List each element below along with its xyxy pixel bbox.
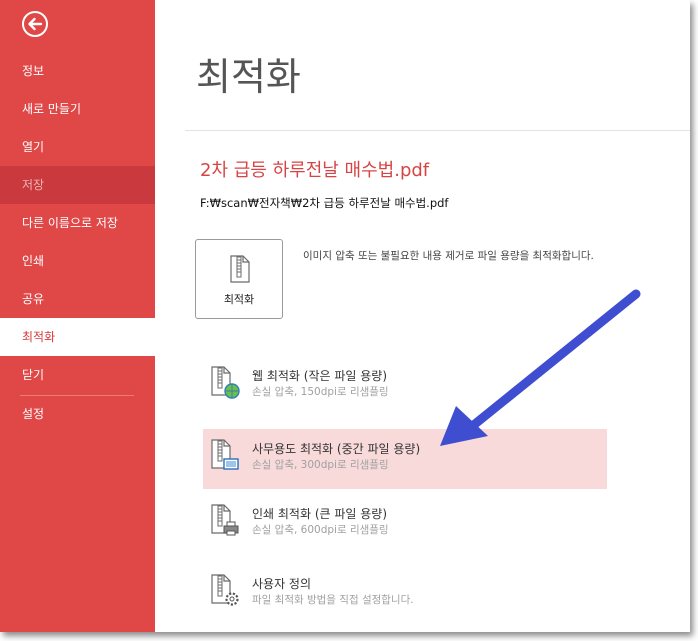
preset-name: 사용자 정의 (252, 577, 312, 591)
web-globe-icon (211, 366, 240, 399)
sidebar-item-share[interactable]: 공유 (0, 280, 155, 318)
optimize-button[interactable]: 최적화 (195, 239, 283, 319)
preset-description: 파일 최적화 방법을 직접 설정합니다. (252, 594, 414, 606)
preset-description: 손실 압축, 600dpi로 리샘플링 (252, 524, 389, 536)
header-divider (185, 130, 690, 131)
monitor-icon (211, 439, 239, 470)
sidebar-item-open[interactable]: 열기 (0, 128, 155, 166)
page-title: 최적화 (196, 55, 301, 99)
optimize-button-label: 최적화 (223, 293, 255, 306)
sidebar-item-settings[interactable]: 설정 (0, 395, 155, 433)
preset-office[interactable]: 사무용도 최적화 (중간 파일 용량) 손실 압축, 300dpi로 리샘플링 (203, 429, 607, 489)
preset-description: 손실 압축, 150dpi로 리샘플링 (252, 386, 389, 398)
preset-custom[interactable]: 사용자 정의 파일 최적화 방법을 직접 설정합니다. (203, 564, 607, 624)
sidebar-item-save-as[interactable]: 다른 이름으로 저장 (0, 204, 155, 242)
back-arrow-icon (28, 17, 43, 31)
optimize-description: 이미지 압축 또는 불필요한 내용 제거로 파일 용량을 최적화합니다. (303, 250, 594, 262)
file-path: F:₩scan₩전자책₩2차 급등 하루전날 매수법.pdf (200, 196, 449, 210)
preset-name: 사무용도 최적화 (중간 파일 용량) (252, 442, 421, 456)
zipper-file-icon (230, 255, 250, 283)
printer-icon (211, 504, 239, 536)
file-name: 2차 급등 하루전날 매수법.pdf (200, 160, 430, 181)
sidebar: 정보 새로 만들기 열기 저장 다른 이름으로 저장 인쇄 공유 최적화 닫기 … (0, 0, 155, 632)
sidebar-item-new[interactable]: 새로 만들기 (0, 90, 155, 128)
preset-name: 웹 최적화 (작은 파일 용량) (252, 369, 388, 383)
sidebar-item-info[interactable]: 정보 (0, 52, 155, 90)
sidebar-item-close[interactable]: 닫기 (0, 356, 155, 394)
preset-print[interactable]: 인쇄 최적화 (큰 파일 용량) 손실 압축, 600dpi로 리샘플링 (203, 494, 607, 554)
preset-web[interactable]: 웹 최적화 (작은 파일 용량) 손실 압축, 150dpi로 리샘플링 (203, 356, 607, 416)
back-button[interactable] (22, 11, 48, 37)
sidebar-item-save[interactable]: 저장 (0, 166, 155, 204)
sidebar-item-print[interactable]: 인쇄 (0, 242, 155, 280)
preset-name: 인쇄 최적화 (큰 파일 용량) (252, 507, 388, 521)
app-window: 정보 새로 만들기 열기 저장 다른 이름으로 저장 인쇄 공유 최적화 닫기 … (0, 0, 690, 632)
sidebar-item-optimize[interactable]: 최적화 (0, 318, 155, 356)
preset-description: 손실 압축, 300dpi로 리샘플링 (252, 459, 389, 471)
gear-icon (211, 574, 239, 606)
